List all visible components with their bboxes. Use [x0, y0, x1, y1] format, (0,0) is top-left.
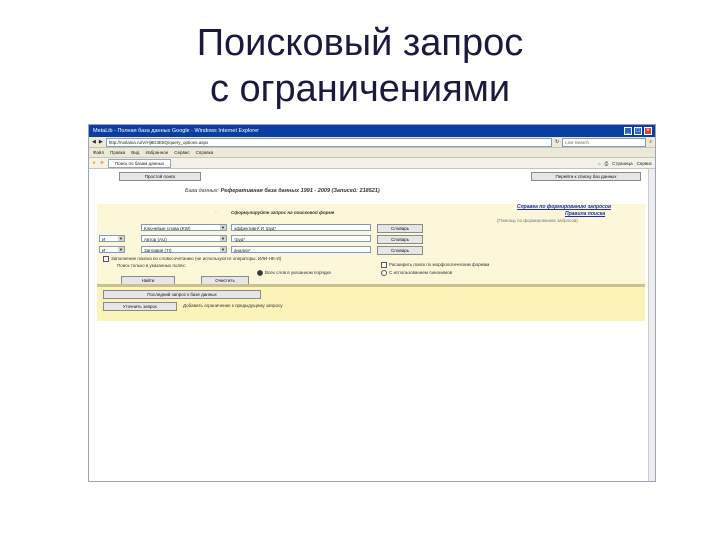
- checkbox-icon[interactable]: [103, 256, 109, 262]
- option-exact-label: Заполнение поиска по словосочетанию (не …: [111, 256, 282, 262]
- tools-menu[interactable]: Сервис: [637, 161, 652, 166]
- db-prefix: База данных:: [185, 188, 220, 194]
- vertical-scrollbar[interactable]: [648, 169, 655, 481]
- menu-favorites[interactable]: Избранное: [145, 150, 168, 155]
- field-select-1[interactable]: Ключевые слова (KW) ▼: [141, 224, 227, 231]
- simple-search-button[interactable]: Простой поиск: [119, 172, 201, 181]
- window-titlebar: MetaLib - Полная база данных Google - Wi…: [89, 125, 655, 137]
- refresh-icon[interactable]: ↻: [555, 139, 559, 145]
- option-morph[interactable]: Расширить поиск по морфологическим форма…: [381, 262, 489, 268]
- field-select-2[interactable]: Автор (AU) ▼: [141, 235, 227, 242]
- chevron-down-icon: ▼: [118, 236, 124, 241]
- add-favorite-icon[interactable]: ✚: [100, 160, 104, 166]
- db-records: (Записей: 218521): [331, 188, 380, 194]
- option-morph-label: Расширить поиск по морфологическим форма…: [389, 262, 490, 268]
- option-all-words-label: Всех слов в указанном порядке: [265, 270, 331, 276]
- maximize-icon[interactable]: □: [634, 127, 642, 135]
- option-synonyms[interactable]: С использованием синонимов: [381, 270, 452, 276]
- refine-hint: Добавить ограничение к предыдущему запро…: [183, 303, 283, 308]
- dictionary-button-3[interactable]: Словарь: [377, 246, 423, 255]
- window-title: MetaLib - Полная база данных Google - Wi…: [93, 128, 259, 134]
- help-hint: (Помощь по формированию запросов): [497, 218, 578, 223]
- tab-current[interactable]: Поиск по базам данных: [107, 158, 172, 168]
- option-limit-label: Поиск только в указанных полях:: [117, 263, 186, 268]
- query-input-3[interactable]: анализ*: [231, 246, 371, 253]
- browser-window: MetaLib - Полная база данных Google - Wi…: [88, 124, 656, 482]
- db-name: Реферативная база данных 1991 - 2009: [220, 188, 330, 194]
- page-content: Простой поиск Перейти к списку баз данны…: [89, 169, 655, 481]
- rules-link[interactable]: Правила поиска: [565, 211, 605, 217]
- radio-icon[interactable]: [381, 270, 387, 276]
- print-icon[interactable]: ⎙: [605, 161, 609, 166]
- back-to-list-button[interactable]: Перейти к списку баз данных: [531, 172, 641, 181]
- chevron-down-icon: ▼: [220, 247, 226, 252]
- help-link[interactable]: Справка по формированию запросов: [517, 204, 611, 210]
- menu-file[interactable]: Файл: [93, 150, 104, 155]
- page-menu[interactable]: Страница: [612, 161, 632, 166]
- option-exact[interactable]: Заполнение поиска по словосочетанию (не …: [103, 256, 281, 262]
- address-bar: ◀ ▶ http://ruslania.ru/V/Hj8D3E8Q/query_…: [89, 137, 655, 148]
- bool-select-3[interactable]: И ▼: [99, 246, 125, 253]
- minimize-icon[interactable]: _: [624, 127, 632, 135]
- menu-view[interactable]: Вид: [131, 150, 139, 155]
- favorites-bar: ★ ✚ Поиск по базам данных ⌂ ⎙ Страница С…: [89, 158, 655, 169]
- bool-select-2[interactable]: И ▼: [99, 235, 125, 242]
- database-info: База данных: Реферативная база данных 19…: [185, 188, 380, 194]
- bool-select-2-value: И: [102, 237, 106, 242]
- menu-help[interactable]: Справка: [196, 150, 214, 155]
- refine-query-button[interactable]: Уточнить запрос: [103, 302, 177, 311]
- option-all-words[interactable]: Всех слов в указанном порядке: [257, 270, 331, 276]
- field-select-3-value: Заглавие (TI): [144, 248, 172, 253]
- checkbox-icon[interactable]: [381, 262, 387, 268]
- last-query-button[interactable]: Последний запрос к базе данных: [103, 290, 261, 299]
- address-input[interactable]: http://ruslania.ru/V/Hj8D3E8Q/query_opti…: [105, 137, 552, 147]
- search-icon[interactable]: ⌕: [649, 139, 652, 145]
- refine-section: Последний запрос к базе данных Уточнить …: [97, 287, 645, 321]
- query-form: ☞ Сформулируйте запрос на поисковой форм…: [97, 204, 645, 285]
- bool-select-3-value: И: [102, 248, 106, 253]
- menu-edit[interactable]: Правка: [110, 150, 125, 155]
- forward-icon[interactable]: ▶: [99, 139, 103, 145]
- home-icon[interactable]: ⌂: [598, 161, 601, 166]
- query-input-2[interactable]: труд*: [231, 235, 371, 242]
- dictionary-button-2[interactable]: Словарь: [377, 235, 423, 244]
- slide-title: Поисковый запрос с ограничениями: [0, 20, 720, 112]
- form-hint: Сформулируйте запрос на поисковой форме: [231, 210, 335, 215]
- chevron-down-icon: ▼: [220, 225, 226, 230]
- chevron-down-icon: ▼: [220, 236, 226, 241]
- query-input-1[interactable]: эффективн* И труд*: [231, 224, 371, 231]
- back-icon[interactable]: ◀: [92, 139, 96, 145]
- slide-title-line2: с ограничениями: [209, 68, 511, 110]
- menu-bar: Файл Правка Вид Избранное Сервис Справка: [89, 148, 655, 158]
- search-input[interactable]: Live Search: [562, 137, 647, 147]
- field-select-1-value: Ключевые слова (KW): [144, 226, 191, 231]
- window-controls: _ □ ×: [624, 127, 652, 135]
- slide-title-line1: Поисковый запрос: [196, 22, 524, 64]
- dictionary-button-1[interactable]: Словарь: [377, 224, 423, 233]
- menu-tools[interactable]: Сервис: [174, 150, 189, 155]
- close-icon[interactable]: ×: [644, 127, 652, 135]
- radio-icon[interactable]: [257, 270, 263, 276]
- favorites-star-icon[interactable]: ★: [92, 160, 96, 166]
- field-select-2-value: Автор (AU): [144, 237, 167, 242]
- option-synonyms-label: С использованием синонимов: [389, 270, 453, 276]
- field-select-3[interactable]: Заглавие (TI) ▼: [141, 246, 227, 253]
- info-icon: ☞: [215, 209, 220, 214]
- chevron-down-icon: ▼: [118, 247, 124, 252]
